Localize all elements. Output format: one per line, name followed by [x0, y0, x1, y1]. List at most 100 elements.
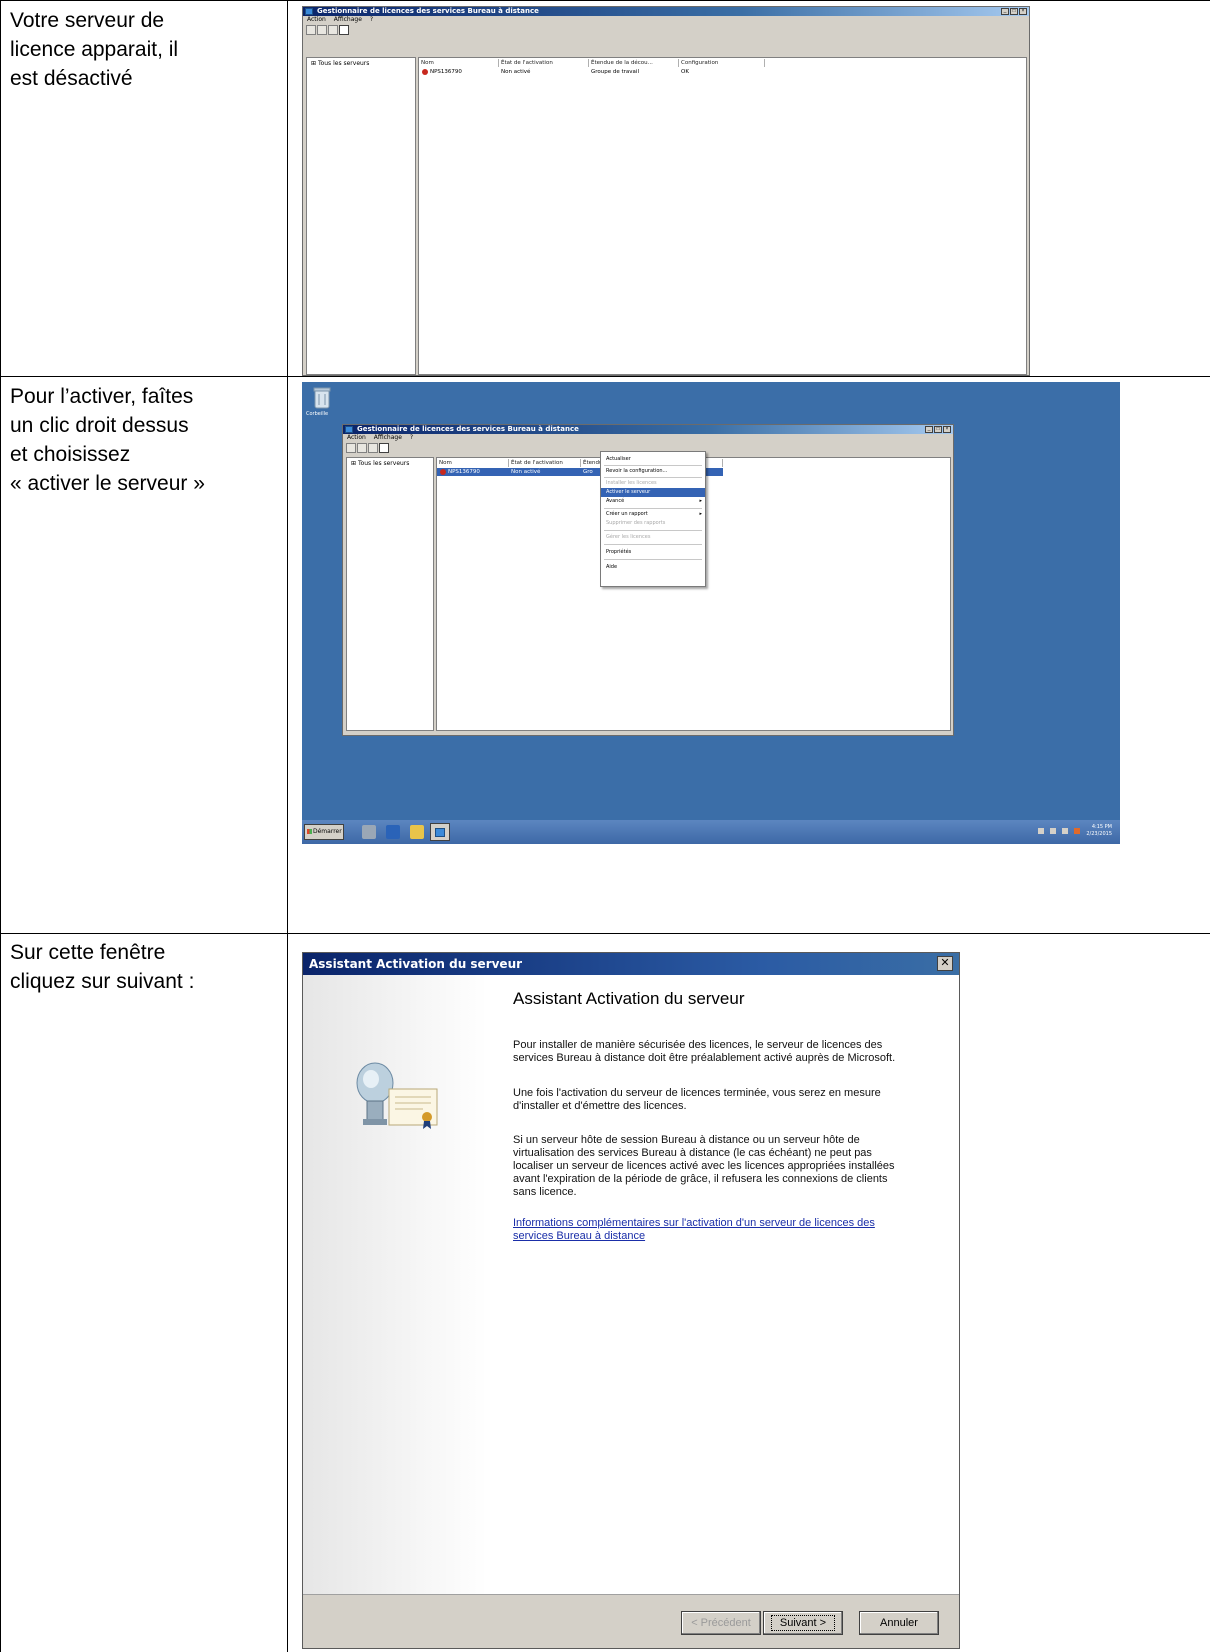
server-manager-taskbar-icon[interactable]: [362, 825, 376, 839]
maximize-button[interactable]: □: [934, 426, 942, 433]
context-menu-item-label: Avancé: [606, 498, 625, 504]
tray-icon[interactable]: [1050, 828, 1056, 834]
column-header-name[interactable]: Nom: [419, 59, 499, 67]
clock-date: 2/23/2015: [1086, 831, 1112, 837]
step-text-line: un clic droit dessus: [10, 414, 189, 437]
context-menu-item-creer-rapport[interactable]: Créer un rapport ▸: [601, 510, 705, 519]
list-pane: Nom État de l'activation Étendue de la d…: [418, 57, 1027, 375]
context-menu-item-proprietes[interactable]: Propriétés: [601, 548, 705, 557]
toolbar: [346, 443, 389, 454]
context-menu-item-actualiser[interactable]: Actualiser: [601, 455, 705, 464]
step-text-line: Votre serveur de: [10, 9, 165, 32]
menu-bar: Action Affichage ?: [303, 16, 1029, 24]
recycle-bin-icon[interactable]: [312, 386, 332, 410]
tree-item-label: Tous les serveurs: [317, 60, 370, 67]
details-view-toolbar-button[interactable]: [339, 25, 349, 35]
recycle-bin-label: Corbeille: [306, 411, 329, 417]
details-view-toolbar-button[interactable]: [379, 443, 389, 453]
window-title: Gestionnaire de licences des services Bu…: [357, 425, 579, 433]
context-menu-item-revoir-configuration[interactable]: Revoir la configuration...: [601, 467, 705, 476]
menu-affichage[interactable]: Affichage: [334, 16, 362, 23]
wizard-button-bar: < Précédent Suivant > Annuler: [303, 1594, 959, 1648]
clock[interactable]: 4:15 PM 2/23/2015: [1086, 824, 1112, 838]
context-menu-separator: [604, 544, 702, 545]
tree-item-label: Tous les serveurs: [357, 460, 410, 467]
start-button[interactable]: Démarrer: [304, 824, 344, 840]
tray-icon[interactable]: [1074, 828, 1080, 834]
license-manager-icon: [305, 8, 313, 15]
close-button[interactable]: ×: [1019, 8, 1027, 15]
close-button[interactable]: ×: [943, 426, 951, 433]
explorer-taskbar-icon[interactable]: [410, 825, 424, 839]
step-text-line: Pour l’activer, faîtes: [10, 385, 194, 408]
powershell-taskbar-icon[interactable]: [386, 825, 400, 839]
menu-help[interactable]: ?: [410, 434, 413, 441]
back-toolbar-button[interactable]: [306, 25, 316, 35]
server-name-cell[interactable]: NPS136790: [446, 468, 508, 476]
tree-toolbar-button[interactable]: [328, 25, 338, 35]
tray-icon[interactable]: [1038, 828, 1044, 834]
forward-toolbar-button[interactable]: [317, 25, 327, 35]
minimize-button[interactable]: _: [925, 426, 933, 433]
server-name-cell[interactable]: NPS136790: [428, 68, 498, 76]
window-title: Gestionnaire de licences des services Bu…: [317, 7, 539, 15]
table-border-top: [0, 0, 1210, 1]
context-menu-item-label: Créer un rapport: [606, 511, 648, 517]
window-titlebar: Gestionnaire de licences des services Bu…: [303, 7, 1029, 16]
wizard-titlebar: Assistant Activation du serveur: [303, 953, 959, 975]
step-text-line: est désactivé: [10, 67, 133, 90]
windows-logo-icon: [307, 829, 312, 834]
wizard-heading: Assistant Activation du serveur: [513, 989, 745, 1008]
step-text-line: cliquez sur suivant :: [10, 970, 195, 993]
license-manager-taskbar-button[interactable]: [430, 823, 450, 841]
context-menu-item-gerer-licences: Gérer les licences: [606, 534, 651, 540]
step-text-line: « activer le serveur »: [10, 472, 205, 495]
next-button-label: Suivant >: [770, 1615, 836, 1631]
forward-toolbar-button[interactable]: [357, 443, 367, 453]
activation-wizard-window: Assistant Activation du serveur ✕ Assist…: [302, 952, 960, 1649]
wizard-side-panel: [303, 975, 487, 1594]
caption-buttons: _ □ ×: [1001, 8, 1027, 15]
tree-item-all-servers[interactable]: ⊞ Tous les serveurs: [311, 60, 369, 67]
back-button[interactable]: < Précédent: [681, 1611, 761, 1635]
context-menu: Actualiser Revoir la configuration... In…: [600, 451, 706, 587]
menu-affichage[interactable]: Affichage: [374, 434, 402, 441]
context-menu-item-avance[interactable]: Avancé ▸: [601, 497, 705, 506]
column-header-configuration[interactable]: Configuration: [679, 59, 765, 67]
activation-state-cell: Non activé: [511, 469, 541, 475]
column-header-activation-state[interactable]: État de l'activation: [499, 59, 589, 67]
table-row-divider: [0, 376, 1210, 377]
next-button[interactable]: Suivant >: [763, 1611, 843, 1635]
more-info-link[interactable]: Informations complémentaires sur l'activ…: [513, 1217, 913, 1243]
submenu-arrow-icon: ▸: [699, 511, 702, 517]
menu-action[interactable]: Action: [347, 434, 366, 441]
column-header-discovery-scope[interactable]: Étendue de la décou...: [589, 59, 679, 67]
back-toolbar-button[interactable]: [346, 443, 356, 453]
maximize-button[interactable]: □: [1010, 8, 1018, 15]
desktop-screenshot: Corbeille Gestionnaire de licences des s…: [302, 382, 1120, 844]
cancel-button[interactable]: Annuler: [859, 1611, 939, 1635]
column-header-name[interactable]: Nom: [437, 459, 509, 467]
license-manager-icon: [345, 426, 353, 433]
tree-pane: ⊞ Tous les serveurs: [346, 457, 434, 731]
tray-icon[interactable]: [1062, 828, 1068, 834]
tree-pane: ⊞ Tous les serveurs: [306, 57, 416, 375]
step-2-text: Pour l’activer, faîtes un clic droit des…: [10, 382, 270, 498]
configuration-cell: OK: [681, 69, 689, 75]
discovery-scope-cell: Gro: [583, 469, 593, 475]
menu-help[interactable]: ?: [370, 16, 373, 23]
menu-bar: Action Affichage ?: [343, 434, 953, 442]
column-header-activation-state[interactable]: État de l'activation: [509, 459, 581, 467]
taskbar: Démarrer 4:15 PM 2/23/2015: [302, 820, 1120, 844]
discovery-scope-cell: Groupe de travail: [591, 69, 639, 75]
tree-toolbar-button[interactable]: [368, 443, 378, 453]
context-menu-item-aide[interactable]: Aide: [601, 563, 705, 572]
wizard-close-button[interactable]: ✕: [937, 956, 953, 971]
menu-action[interactable]: Action: [307, 16, 326, 23]
wizard-title: Assistant Activation du serveur: [309, 957, 523, 971]
tree-item-all-servers[interactable]: ⊞ Tous les serveurs: [351, 460, 409, 467]
wizard-paragraph: Une fois l'activation du serveur de lice…: [513, 1087, 881, 1112]
minimize-button[interactable]: _: [1001, 8, 1009, 15]
context-menu-item-activer-serveur[interactable]: Activer le serveur: [601, 488, 705, 497]
wizard-paragraph: Pour installer de manière sécurisée des …: [513, 1039, 896, 1064]
